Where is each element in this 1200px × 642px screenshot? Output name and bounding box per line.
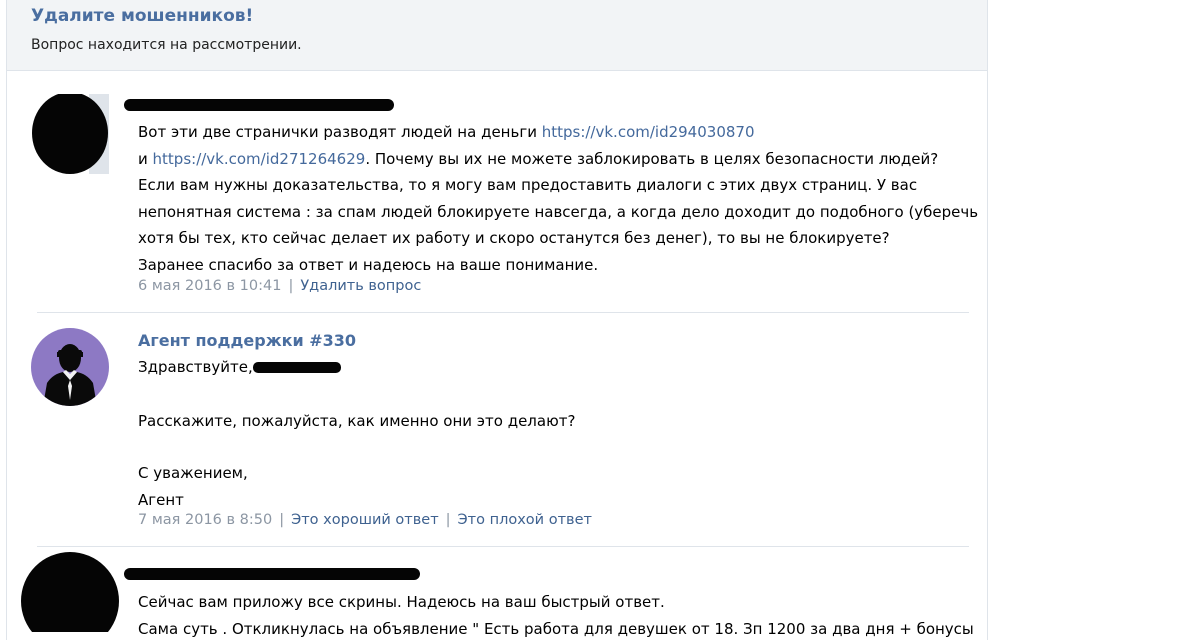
message-text: Расскажите, пожалуйста, как именно они э… — [138, 408, 575, 435]
message-text: и — [138, 150, 153, 168]
author-name-redacted — [124, 568, 420, 580]
question-status: Вопрос находится на рассмотрении. — [31, 37, 302, 53]
question-header: Удалите мошенников! Вопрос находится на … — [7, 0, 987, 71]
question-panel: Удалите мошенников! Вопрос находится на … — [6, 0, 988, 640]
message-date: 7 мая 2016 в 8:50 — [138, 512, 272, 528]
message-text: . Почему вы их не можете заблокировать в… — [365, 150, 938, 168]
author-name-redacted — [124, 99, 394, 111]
question-title: Удалите мошенников! — [31, 6, 253, 26]
message-text: хотя бы тех, кто сейчас делает их работу… — [138, 225, 978, 252]
divider — [37, 312, 969, 313]
message-1-text: Вот эти две странички разводят людей на … — [138, 119, 978, 278]
message-text: непонятная система : за спам людей блоки… — [138, 199, 978, 226]
good-answer-link[interactable]: Это хороший ответ — [291, 512, 439, 528]
message-text: С уважением, — [138, 460, 575, 487]
message-text: Сама суть . Откликнулась на объявление "… — [138, 616, 974, 642]
message-3-text: Сейчас вам приложу все скрины. Надеюсь н… — [138, 589, 974, 642]
redacted-avatar-icon[interactable] — [31, 94, 109, 174]
redacted-avatar-icon[interactable] — [21, 552, 121, 632]
profile-link[interactable]: https://vk.com/id271264629 — [153, 150, 366, 168]
message-2-text: Здравствуйте, Расскажите, пожалуйста, ка… — [138, 354, 575, 513]
message-text: Если вам нужны доказательства, то я могу… — [138, 172, 978, 199]
bad-answer-link[interactable]: Это плохой ответ — [458, 512, 592, 528]
message-1-meta: 6 мая 2016 в 10:41|Удалить вопрос — [138, 278, 421, 294]
message-text: Здравствуйте, — [138, 358, 253, 376]
message-text: Сейчас вам приложу все скрины. Надеюсь н… — [138, 589, 974, 616]
message-text: Вот эти две странички разводят людей на … — [138, 123, 542, 141]
message-date: 6 мая 2016 в 10:41 — [138, 278, 281, 294]
name-redacted — [253, 362, 341, 373]
delete-question-link[interactable]: Удалить вопрос — [300, 278, 421, 294]
message-text: Заранее спасибо за ответ и надеюсь на ва… — [138, 252, 978, 279]
message-2-meta: 7 мая 2016 в 8:50|Это хороший ответ|Это … — [138, 512, 592, 528]
agent-silhouette-icon — [31, 328, 109, 406]
agent-author-name[interactable]: Агент поддержки #330 — [138, 331, 356, 350]
profile-link[interactable]: https://vk.com/id294030870 — [542, 123, 755, 141]
support-agent-avatar-icon[interactable] — [31, 328, 109, 406]
divider — [37, 546, 969, 547]
message-text: Агент — [138, 487, 575, 514]
